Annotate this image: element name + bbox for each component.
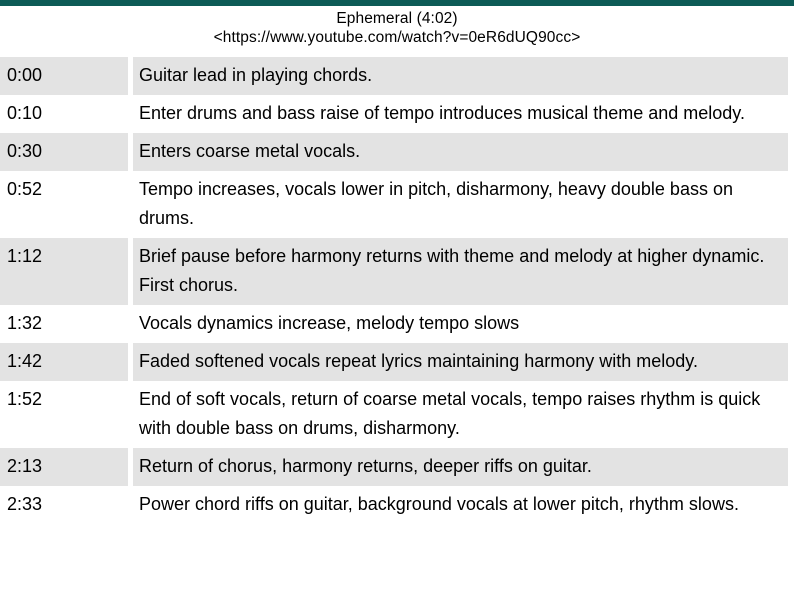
table-row: 1:52 End of soft vocals, return of coarse… — [0, 381, 794, 448]
description-text: Brief pause before harmony returns with … — [139, 246, 765, 295]
timecode-cell: 0:00 — [0, 57, 128, 95]
right-margin-spacer — [788, 238, 794, 305]
table-row: 0:30 Enters coarse metal vocals. — [0, 133, 794, 171]
timecode-text: 0:52 — [7, 179, 43, 199]
timecode-text: 2:13 — [7, 456, 43, 476]
timecode-text: 1:32 — [7, 313, 43, 333]
description-text: Power chord riffs on guitar, background … — [139, 494, 739, 514]
description-cell: Enters coarse metal vocals. — [133, 133, 788, 171]
timecode-cell: 0:10 — [0, 95, 128, 133]
slide-canvas: Ephemeral (4:02) <https://www.youtube.co… — [0, 0, 794, 595]
description-text: Return of chorus, harmony returns, deepe… — [139, 456, 592, 476]
timecode-text: 2:33 — [7, 494, 43, 514]
right-margin-spacer — [788, 305, 794, 343]
description-cell: End of soft vocals, return of coarse met… — [133, 381, 788, 448]
table-row: 2:13 Return of chorus, harmony returns, d… — [0, 448, 794, 486]
cue-table-body: 0:00 Guitar lead in playing chords. 0:10 En… — [0, 57, 794, 524]
description-text: Vocals dynamics increase, melody tempo s… — [139, 313, 520, 333]
table-row: 0:00 Guitar lead in playing chords. — [0, 57, 794, 95]
right-margin-spacer — [788, 95, 794, 133]
timecode-cell: 0:52 — [0, 171, 128, 238]
description-cell: Tempo increases, vocals lower in pitch, … — [133, 171, 788, 238]
description-cell: Faded softened vocals repeat lyrics main… — [133, 343, 788, 381]
table-row: 1:32 Vocals dynamics increase, melody tem… — [0, 305, 794, 343]
timecode-text: 1:52 — [7, 389, 43, 409]
timecode-cell: 2:13 — [0, 448, 128, 486]
description-cell: Return of chorus, harmony returns, deepe… — [133, 448, 788, 486]
description-cell: Vocals dynamics increase, melody tempo s… — [133, 305, 788, 343]
timecode-cell: 1:32 — [0, 305, 128, 343]
timecode-cell: 1:42 — [0, 343, 128, 381]
description-text: End of soft vocals, return of coarse met… — [139, 389, 761, 438]
description-cell: Brief pause before harmony returns with … — [133, 238, 788, 305]
right-margin-spacer — [788, 381, 794, 448]
timecode-text: 1:12 — [7, 246, 43, 266]
table-row: 0:52 Tempo increases, vocals lower in pit… — [0, 171, 794, 238]
description-cell: Power chord riffs on guitar, background … — [133, 486, 788, 524]
header-block: Ephemeral (4:02) <https://www.youtube.co… — [0, 9, 794, 47]
right-margin-spacer — [788, 343, 794, 381]
timecode-text: 0:00 — [7, 65, 43, 85]
timecode-text: 0:10 — [7, 103, 43, 123]
description-cell: Enter drums and bass raise of tempo intr… — [133, 95, 788, 133]
timecode-text: 1:42 — [7, 351, 43, 371]
accent-top-bar — [0, 0, 794, 6]
timecode-cell: 0:30 — [0, 133, 128, 171]
description-text: Enters coarse metal vocals. — [139, 141, 361, 161]
description-text: Faded softened vocals repeat lyrics main… — [139, 351, 698, 371]
table-row: 2:33 Power chord riffs on guitar, backgro… — [0, 486, 794, 524]
right-margin-spacer — [788, 57, 794, 95]
table-row: 1:12 Brief pause before harmony returns w… — [0, 238, 794, 305]
cue-sheet-table: 0:00 Guitar lead in playing chords. 0:10 En… — [0, 57, 794, 524]
right-margin-spacer — [788, 171, 794, 238]
source-url-text: <https://www.youtube.com/watch?v=0eR6dUQ… — [213, 29, 581, 46]
description-cell: Guitar lead in playing chords. — [133, 57, 788, 95]
right-margin-spacer — [788, 133, 794, 171]
page-title: Ephemeral (4:02) — [336, 10, 458, 27]
description-text: Enter drums and bass raise of tempo intr… — [139, 103, 745, 123]
table-row: 0:10 Enter drums and bass raise of tempo … — [0, 95, 794, 133]
right-margin-spacer — [788, 486, 794, 524]
timecode-cell: 1:52 — [0, 381, 128, 448]
right-margin-spacer — [788, 448, 794, 486]
timecode-cell: 1:12 — [0, 238, 128, 305]
table-row: 1:42 Faded softened vocals repeat lyrics … — [0, 343, 794, 381]
timecode-text: 0:30 — [7, 141, 43, 161]
description-text: Tempo increases, vocals lower in pitch, … — [139, 179, 733, 228]
timecode-cell: 2:33 — [0, 486, 128, 524]
description-text: Guitar lead in playing chords. — [139, 65, 373, 85]
